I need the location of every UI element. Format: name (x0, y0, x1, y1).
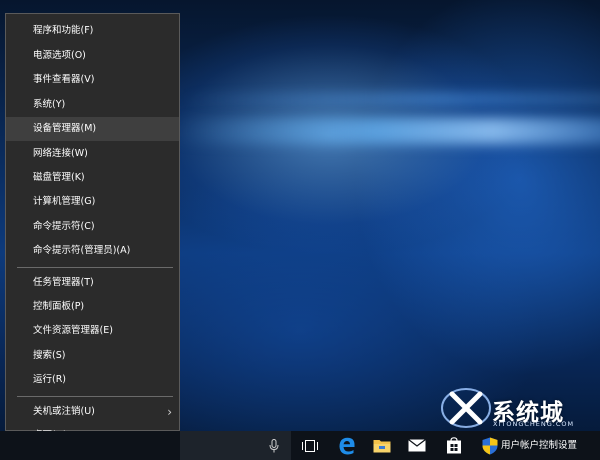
menu-item-event-viewer[interactable]: 事件查看器(V) (6, 68, 179, 92)
menu-separator (17, 267, 173, 268)
menu-item-programs-features[interactable]: 程序和功能(F) (6, 19, 179, 43)
edge-icon[interactable] (335, 431, 359, 460)
menu-item-command-prompt-admin[interactable]: 命令提示符(管理员)(A) (6, 239, 179, 263)
task-view-icon[interactable] (298, 431, 322, 460)
menu-item-network-connections[interactable]: 网络连接(W) (6, 142, 179, 166)
chevron-right-icon: › (167, 405, 172, 419)
menu-item-shutdown-signout[interactable]: 关机或注销(U) › (6, 400, 179, 424)
menu-item-power-options[interactable]: 电源选项(O) (6, 44, 179, 68)
menu-item-task-manager[interactable]: 任务管理器(T) (6, 271, 179, 295)
file-explorer-icon[interactable] (370, 431, 394, 460)
menu-item-search[interactable]: 搜索(S) (6, 344, 179, 368)
uac-shield-icon[interactable] (480, 431, 500, 460)
menu-item-command-prompt[interactable]: 命令提示符(C) (6, 215, 179, 239)
menu-item-disk-management[interactable]: 磁盘管理(K) (6, 166, 179, 190)
menu-item-computer-management[interactable]: 计算机管理(G) (6, 190, 179, 214)
menu-item-device-manager[interactable]: 设备管理器(M) (6, 117, 179, 141)
menu-item-system[interactable]: 系统(Y) (6, 93, 179, 117)
menu-separator (17, 396, 173, 397)
watermark-subtext: XITONGCHENG.COM (493, 420, 575, 428)
uac-settings-label[interactable]: 用户帐户控制设置 (501, 431, 577, 460)
menu-item-control-panel[interactable]: 控制面板(P) (6, 295, 179, 319)
wallpaper-light-beam-upper (180, 92, 600, 106)
menu-item-run[interactable]: 运行(R) (6, 368, 179, 392)
microphone-icon[interactable] (264, 431, 284, 460)
menu-item-file-explorer[interactable]: 文件资源管理器(E) (6, 319, 179, 343)
wallpaper-light-beam (170, 118, 600, 144)
menu-item-label: 关机或注销(U) (33, 406, 95, 417)
mail-icon[interactable] (405, 431, 429, 460)
winx-context-menu: 程序和功能(F) 电源选项(O) 事件查看器(V) 系统(Y) 设备管理器(M)… (5, 13, 180, 441)
store-icon[interactable] (442, 431, 466, 460)
